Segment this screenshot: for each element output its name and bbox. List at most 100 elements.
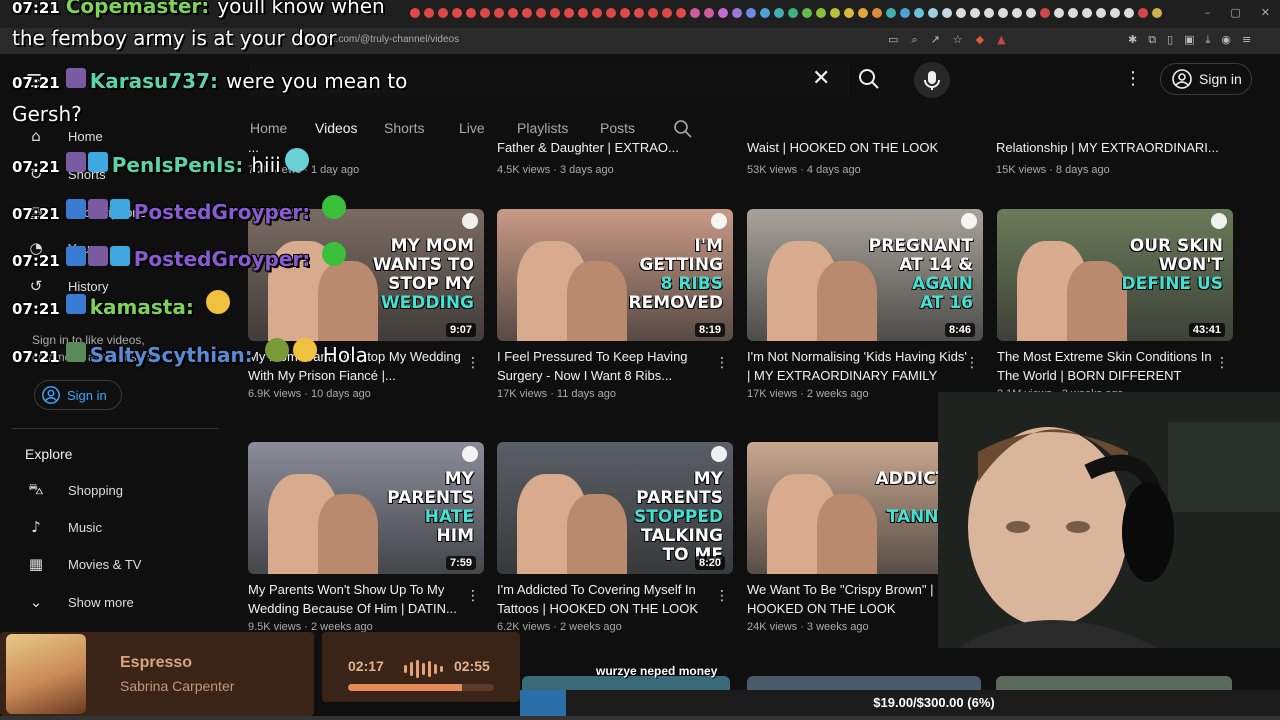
tab-favicon-icon[interactable] <box>1152 8 1162 18</box>
video-card[interactable]: OUR SKIN WON'T DEFINE US 43:41 The Most Extr… <box>997 209 1233 400</box>
tab-favicon-icon[interactable] <box>928 8 938 18</box>
tab-favicon-icon[interactable] <box>872 8 882 18</box>
video-title[interactable]: I'm Not Normalising 'Kids Having Kids' |… <box>747 347 967 385</box>
tab-favicon-icon[interactable] <box>1124 8 1134 18</box>
tab-favicon-icon[interactable] <box>1054 8 1064 18</box>
tab-home[interactable]: Home <box>250 120 287 136</box>
tab-favicon-icon[interactable] <box>1026 8 1036 18</box>
partial-video-title[interactable]: Waist | HOOKED ON THE LOOK <box>747 140 938 155</box>
tab-favicon-icon[interactable] <box>522 8 532 18</box>
video-title[interactable]: We Want To Be "Crispy Brown" | HOOKED ON… <box>747 580 967 618</box>
extensions-icon[interactable]: ✱ <box>1128 33 1137 47</box>
video-card[interactable]: PREGNANT AT 14 & AGAIN AT 16 8:46 I'm Not Nor… <box>747 209 983 400</box>
tab-favicon-icon[interactable] <box>1068 8 1078 18</box>
video-card[interactable]: I'M GETTING 8 RIBS REMOVED 8:19 I Feel Pressu… <box>497 209 733 400</box>
tab-favicon-icon[interactable] <box>970 8 980 18</box>
wallet-icon[interactable]: ▣ <box>1184 33 1194 47</box>
tab-favicon-icon[interactable] <box>606 8 616 18</box>
tab-favicon-icon[interactable] <box>788 8 798 18</box>
tab-favicon-icon[interactable] <box>886 8 896 18</box>
tab-shorts[interactable]: Shorts <box>384 120 424 136</box>
sign-in-button[interactable]: Sign in <box>1160 63 1252 95</box>
tab-favicon-icon[interactable] <box>690 8 700 18</box>
close-window-icon[interactable]: ✕ <box>1261 6 1270 19</box>
video-menu-icon[interactable]: ⋮ <box>466 355 480 371</box>
tab-favicon-icon[interactable] <box>1012 8 1022 18</box>
video-menu-icon[interactable]: ⋮ <box>715 355 729 371</box>
zoom-icon[interactable]: ⌕ <box>911 33 917 47</box>
video-card[interactable]: MY PARENTS STOPPED TALKING TO ME 8:20 I'm Addi… <box>497 442 733 633</box>
maximize-icon[interactable]: ▢ <box>1230 6 1240 19</box>
share-icon[interactable]: ↗ <box>931 33 940 47</box>
sidebar-item-shopping[interactable]: ⛍ Shopping <box>24 480 123 500</box>
tab-videos[interactable]: Videos <box>315 120 358 136</box>
sidebar-sign-in-button[interactable]: Sign in <box>34 380 122 410</box>
tab-favicon-icon[interactable] <box>550 8 560 18</box>
tab-favicon-icon[interactable] <box>480 8 490 18</box>
sidebar-icon[interactable]: ▯ <box>1167 33 1173 47</box>
tab-favicon-icon[interactable] <box>900 8 910 18</box>
tab-favicon-icon[interactable] <box>732 8 742 18</box>
video-thumbnail[interactable]: I'M GETTING 8 RIBS REMOVED 8:19 <box>497 209 733 341</box>
search-button[interactable] <box>852 62 886 96</box>
tab-favicon-icon[interactable] <box>998 8 1008 18</box>
video-card[interactable]: MY MOM WANTS TO STOP MY WEDDING 9:07 My Mom W… <box>248 209 484 400</box>
video-title[interactable]: I'm Addicted To Covering Myself In Tatto… <box>497 580 717 618</box>
tab-favicon-icon[interactable] <box>648 8 658 18</box>
tab-live[interactable]: Live <box>459 120 485 136</box>
video-title[interactable]: My Parents Won't Show Up To My Wedding B… <box>248 580 468 618</box>
menu-icon[interactable]: ≡ <box>1242 33 1251 47</box>
video-menu-icon[interactable]: ⋮ <box>1215 355 1229 371</box>
tab-favicon-icon[interactable] <box>564 8 574 18</box>
sidebar-item-home[interactable]: ⌂ Home <box>24 126 102 146</box>
tab-favicon-icon[interactable] <box>466 8 476 18</box>
bookmark-icon[interactable]: ☆ <box>953 33 963 47</box>
tab-favicon-icon[interactable] <box>718 8 728 18</box>
tab-favicon-icon[interactable] <box>802 8 812 18</box>
tab-favicon-icon[interactable] <box>620 8 630 18</box>
minimize-icon[interactable]: – <box>1205 6 1211 19</box>
tab-favicon-icon[interactable] <box>1110 8 1120 18</box>
video-thumbnail[interactable]: MY MOM WANTS TO STOP MY WEDDING 9:07 <box>248 209 484 341</box>
video-thumbnail[interactable]: MY PARENTS HATE HIM 7:59 <box>248 442 484 574</box>
video-thumbnail[interactable]: OUR SKIN WON'T DEFINE US 43:41 <box>997 209 1233 341</box>
tab-favicon-icon[interactable] <box>676 8 686 18</box>
tab-favicon-icon[interactable] <box>914 8 924 18</box>
tab-posts[interactable]: Posts <box>600 120 635 136</box>
tab-favicon-icon[interactable] <box>774 8 784 18</box>
cast-icon[interactable]: ▭ <box>888 33 898 47</box>
tab-favicon-icon[interactable] <box>816 8 826 18</box>
video-menu-icon[interactable]: ⋮ <box>965 355 979 371</box>
tab-favicon-icon[interactable] <box>830 8 840 18</box>
screenshot-icon[interactable]: ⧉ <box>1148 33 1156 47</box>
video-menu-icon[interactable]: ⋮ <box>466 588 480 604</box>
tab-favicon-icon[interactable] <box>1082 8 1092 18</box>
tab-favicon-icon[interactable] <box>494 8 504 18</box>
settings-more-icon[interactable]: ⋮ <box>1124 68 1142 89</box>
tab-favicon-icon[interactable] <box>438 8 448 18</box>
partial-video-title[interactable]: Father & Daughter | EXTRAO... <box>497 140 679 155</box>
tab-favicon-icon[interactable] <box>844 8 854 18</box>
download-icon[interactable]: ⤓ <box>1206 33 1211 47</box>
tab-favicon-icon[interactable] <box>1040 8 1050 18</box>
tab-favicon-icon[interactable] <box>410 8 420 18</box>
tab-favicon-icon[interactable] <box>578 8 588 18</box>
sidebar-item-music[interactable]: ♪ Music <box>24 517 102 537</box>
voice-search-button[interactable] <box>914 62 950 98</box>
vpn-icon[interactable]: ◉ <box>1221 33 1231 47</box>
tab-playlists[interactable]: Playlists <box>517 120 568 136</box>
tab-favicon-icon[interactable] <box>984 8 994 18</box>
sidebar-item-movies[interactable]: ▦ Movies & TV <box>24 554 142 574</box>
tab-favicons[interactable] <box>410 8 1162 18</box>
tab-favicon-icon[interactable] <box>536 8 546 18</box>
clear-search-icon[interactable]: ✕ <box>812 66 830 91</box>
tab-favicon-icon[interactable] <box>592 8 602 18</box>
tab-favicon-icon[interactable] <box>760 8 770 18</box>
tab-favicon-icon[interactable] <box>452 8 462 18</box>
tab-favicon-icon[interactable] <box>858 8 868 18</box>
tab-favicon-icon[interactable] <box>634 8 644 18</box>
partial-video-title[interactable]: Relationship | MY EXTRAORDINARI... <box>996 140 1219 155</box>
tab-favicon-icon[interactable] <box>956 8 966 18</box>
video-thumbnail[interactable]: MY PARENTS STOPPED TALKING TO ME 8:20 <box>497 442 733 574</box>
tab-favicon-icon[interactable] <box>1138 8 1148 18</box>
